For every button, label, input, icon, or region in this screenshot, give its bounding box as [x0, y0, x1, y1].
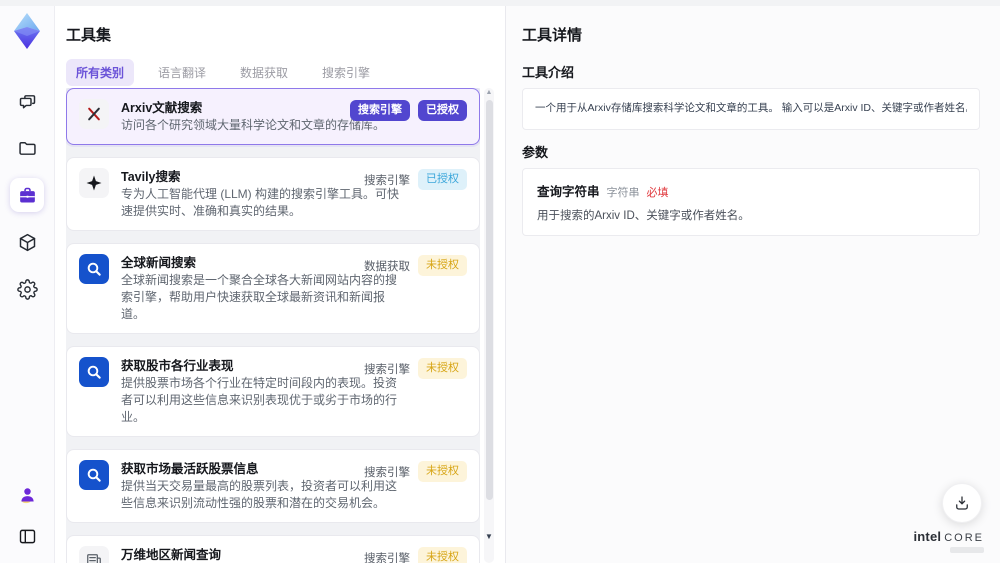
tool-icon [79, 99, 109, 129]
brand-core-text: core [944, 532, 984, 544]
intel-core-logo: intel core [913, 529, 984, 553]
param-row: 查询字符串 字符串 必填 [537, 181, 965, 200]
user-icon [20, 487, 34, 503]
tool-icon [79, 546, 109, 563]
scroll-down-arrow[interactable]: ▼ [484, 532, 494, 541]
folder-icon [18, 141, 36, 155]
tool-tags: 搜索引擎 已授权 [350, 100, 467, 121]
collapse-sidebar-button[interactable] [10, 519, 44, 553]
param-box: 查询字符串 字符串 必填 用于搜索的Arxiv ID、关键字或作者姓名。 [522, 168, 980, 236]
tool-card[interactable]: 全球新闻搜索 全球新闻搜索是一个聚合全球各大新闻网站内容的搜索引擎，帮助用户快速… [66, 243, 480, 334]
app-logo-icon [14, 13, 40, 49]
tool-card[interactable]: 获取股市各行业表现 提供股票市场各个行业在特定时间段内的表现。投资者可以利用这些… [66, 346, 480, 437]
page-title: 工具集 [66, 27, 112, 44]
user-account-button[interactable] [10, 477, 44, 511]
param-required-badge: 必填 [646, 187, 669, 199]
category-badge: 搜索引擎 [364, 552, 410, 563]
tool-list: Arxiv文献搜索 访问各个研究领域大量科学论文和文章的存储库。 搜索引擎 已授… [66, 88, 480, 563]
sidebar-item-models[interactable] [10, 225, 44, 259]
sparkle-icon [86, 175, 102, 191]
category-badge: 搜索引擎 [364, 466, 410, 479]
sidebar-bottom [10, 477, 44, 553]
tool-list-panel: 工具集 所有类别 语言翻译 数据获取 搜索引擎 Arxiv文献搜索 访问各个研究领域大… [56, 6, 505, 563]
param-type: 字符串 [606, 187, 640, 199]
scrollbar-thumb[interactable] [485, 100, 493, 500]
category-badge: 搜索引擎 [364, 174, 410, 187]
category-badge: 搜索引擎 [350, 100, 410, 121]
category-tab[interactable]: 数据获取 [230, 59, 298, 86]
tool-description: 提供当天交易量最高的股票列表，投资者可以利用这些信息来识别流动性强的股票和潜在的… [121, 479, 398, 510]
auth-status-badge: 未授权 [418, 358, 467, 379]
arxiv-icon [88, 107, 100, 121]
download-button[interactable] [942, 483, 982, 523]
collapse-panel-icon [19, 529, 35, 543]
intro-text: 一个用于从Arxiv存储库搜索科学论文和文章的工具。 输入可以是Arxiv ID… [535, 102, 967, 114]
auth-status-badge: 未授权 [418, 255, 467, 276]
tool-icon [79, 254, 109, 284]
brand-intel-text: intel [913, 529, 942, 544]
newspaper-icon [87, 554, 101, 563]
scroll-up-arrow[interactable]: ▲ [484, 89, 494, 96]
tool-card[interactable]: Arxiv文献搜索 访问各个研究领域大量科学论文和文章的存储库。 搜索引擎 已授… [66, 88, 480, 145]
tool-description: 提供股票市场各个行业在特定时间段内的表现。投资者可以利用这些信息来识别表现优于或… [121, 376, 398, 424]
sidebar-nav [10, 84, 44, 306]
sidebar-item-tools[interactable] [10, 178, 44, 212]
tool-tags: 搜索引擎 已授权 [364, 169, 467, 190]
tool-tags: 搜索引擎 未授权 [364, 358, 467, 379]
tool-card[interactable]: Tavily搜索 专为人工智能代理 (LLM) 构建的搜索引擎工具。可快速提供实… [66, 157, 480, 231]
search-icon [87, 262, 101, 276]
gear-icon [16, 278, 38, 300]
category-tab[interactable]: 所有类别 [66, 59, 135, 86]
tool-icon [79, 357, 109, 387]
params-heading: 参数 [522, 145, 549, 160]
auth-status-badge: 已授权 [418, 169, 467, 190]
tool-description: 专为人工智能代理 (LLM) 构建的搜索引擎工具。可快速提供实时、准确和真实的结… [121, 187, 400, 218]
category-badge: 搜索引擎 [364, 363, 410, 376]
category-tab[interactable]: 语言翻译 [148, 59, 216, 86]
tool-tags: 搜索引擎 未授权 [364, 461, 467, 482]
top-strip [0, 0, 1000, 6]
auth-status-badge: 已授权 [418, 100, 467, 121]
category-badge: 数据获取 [364, 260, 410, 273]
briefcase-icon [19, 187, 35, 202]
sidebar [0, 0, 55, 563]
category-tabs: 所有类别 语言翻译 数据获取 搜索引擎 [66, 59, 380, 86]
tool-card[interactable]: 获取市场最活跃股票信息 提供当天交易量最高的股票列表，投资者可以利用这些信息来识… [66, 449, 480, 523]
search-icon [87, 468, 101, 482]
intro-heading: 工具介绍 [522, 65, 575, 80]
tool-icon [79, 460, 109, 490]
sidebar-item-settings[interactable] [10, 272, 44, 306]
chat-icon [19, 94, 35, 108]
intro-box: 一个用于从Arxiv存储库搜索科学论文和文章的工具。 输入可以是Arxiv ID… [522, 88, 980, 130]
brand-subtext-bar [950, 547, 984, 553]
search-icon [87, 365, 101, 379]
scrollbar: ▲ ▼ [484, 88, 494, 563]
tool-description: 全球新闻搜索是一个聚合全球各大新闻网站内容的搜索引擎，帮助用户快速获取全球最新资… [121, 273, 398, 321]
app-window: 工具集 所有类别 语言翻译 数据获取 搜索引擎 Arxiv文献搜索 访问各个研究领域大… [0, 0, 1000, 563]
param-name: 查询字符串 [537, 185, 600, 199]
category-tab[interactable]: 搜索引擎 [312, 59, 380, 86]
param-description: 用于搜索的Arxiv ID、关键字或作者姓名。 [537, 210, 750, 222]
auth-status-badge: 未授权 [418, 547, 467, 563]
tool-icon [79, 168, 109, 198]
tool-detail-panel: 工具详情 工具介绍 一个用于从Arxiv存储库搜索科学论文和文章的工具。 输入可… [505, 6, 1000, 563]
detail-title: 工具详情 [522, 27, 583, 44]
sidebar-item-chat[interactable] [10, 84, 44, 118]
sidebar-item-files[interactable] [10, 131, 44, 165]
auth-status-badge: 未授权 [418, 461, 467, 482]
tool-card[interactable]: 万维地区新闻查询 查询具体行政区划内的新闻，快速了解各地新闻动 搜索引擎 未授权 [66, 535, 480, 563]
download-icon [956, 496, 968, 510]
tool-tags: 数据获取 未授权 [364, 255, 467, 276]
tool-tags: 搜索引擎 未授权 [364, 547, 467, 563]
cube-icon [19, 233, 35, 251]
